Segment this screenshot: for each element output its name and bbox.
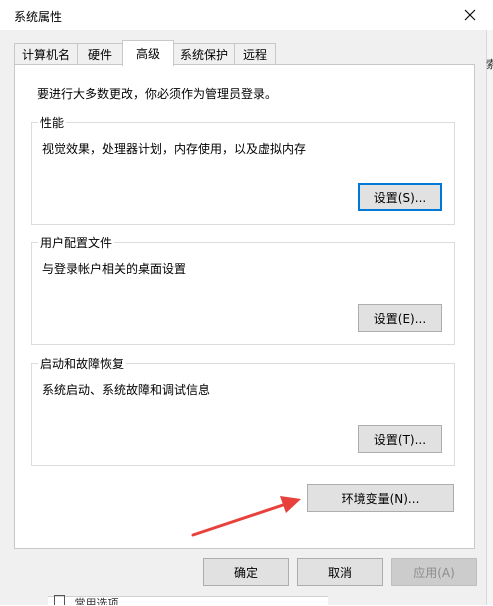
annotation-arrow-icon xyxy=(191,496,301,537)
system-properties-dialog: 系统属性 计算机名 硬件 高级 系统保护 远程 要进行大多数更改，你必须作为管理… xyxy=(0,0,493,605)
